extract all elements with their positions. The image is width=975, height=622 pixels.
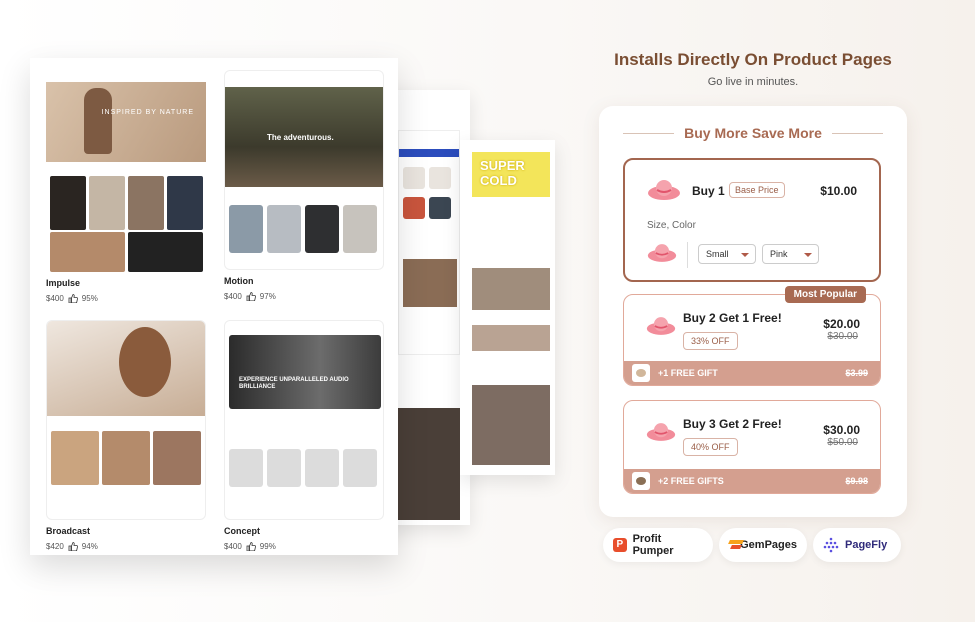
page-title: Installs Directly On Product Pages	[614, 50, 892, 69]
bundle-widget: Buy More Save More Buy 1 Base Price $10.…	[599, 106, 907, 517]
offer-old-price: $50.00	[827, 437, 858, 448]
hat-product-icon	[646, 317, 676, 335]
theme-name: Impulse	[46, 278, 81, 288]
gift-old-price: $9.98	[845, 476, 868, 486]
theme-preview-image	[472, 385, 550, 465]
thumbs-up-icon	[68, 542, 78, 551]
theme-name: Motion	[224, 276, 254, 286]
theme-card-broadcast[interactable]: Broadcast $420 94%	[46, 320, 206, 551]
profit-pumper-logo-icon: P	[613, 538, 627, 552]
widget-header: Buy More Save More	[623, 124, 883, 142]
theme-card-concept[interactable]: EXPERIENCE UNPARALLELED AUDIO BRILLIANCE…	[224, 320, 384, 551]
gempages-logo-icon	[729, 540, 734, 550]
variant-divider	[687, 242, 688, 268]
offer-buy-3[interactable]: Buy 3 Get 2 Free! 40% OFF $30.00 $50.00 …	[623, 400, 881, 494]
color-select-value: Pink	[770, 249, 788, 259]
theme-preview-motion: The adventurous.	[224, 70, 384, 270]
partner-pagefly[interactable]: PageFly	[813, 528, 901, 562]
offer-buy-1[interactable]: Buy 1 Base Price $10.00 Size, Color Smal…	[623, 158, 881, 282]
size-select[interactable]: Small	[698, 244, 756, 264]
gift-icon	[632, 472, 650, 490]
theme-price: $400	[224, 292, 242, 301]
banner-text: SUPER COLD	[480, 158, 525, 188]
discount-badge: 33% OFF	[683, 332, 738, 350]
theme-preview-secondary	[398, 130, 460, 355]
theme-rating: 94%	[81, 542, 98, 551]
gift-label: +2 FREE GIFTS	[658, 476, 724, 486]
theme-name: Broadcast	[46, 526, 91, 536]
base-price-badge: Base Price	[729, 182, 785, 198]
theme-hero-text: EXPERIENCE UNPARALLELED AUDIO BRILLIANCE	[239, 377, 349, 390]
thumbs-up-icon	[246, 292, 256, 301]
offer-price: $10.00	[820, 184, 857, 198]
hat-product-icon	[646, 423, 676, 441]
theme-preview-dark	[398, 408, 460, 520]
free-gift-bar: +2 FREE GIFTS $9.98	[624, 469, 880, 493]
variant-label: Size, Color	[647, 220, 696, 231]
theme-meta: $400 97%	[224, 292, 384, 301]
thumbs-up-icon	[246, 542, 256, 551]
theme-meta: $420 94%	[46, 542, 206, 551]
theme-preview-image	[472, 268, 550, 310]
color-select[interactable]: Pink	[762, 244, 819, 264]
partner-name: PageFly	[845, 539, 888, 551]
partner-gempages[interactable]: GemPages	[719, 528, 807, 562]
gift-label: +1 FREE GIFT	[658, 368, 718, 378]
theme-price: $420	[46, 542, 64, 551]
offer-label: Buy 1	[692, 184, 725, 198]
theme-showcase-sheet: INSPIRED BY NATURE Impulse $400 95% The …	[30, 58, 398, 555]
offer-price: $30.00	[823, 423, 860, 437]
theme-hero-text: INSPIRED BY NATURE	[101, 109, 194, 116]
theme-meta: $400 95%	[46, 294, 206, 303]
offer-label: Buy 2 Get 1 Free!	[683, 311, 782, 325]
theme-card-impulse[interactable]: INSPIRED BY NATURE Impulse $400 95%	[46, 72, 206, 303]
size-select-value: Small	[706, 249, 729, 259]
theme-meta: $400 99%	[224, 542, 384, 551]
hat-product-icon	[647, 244, 677, 262]
thumbs-up-icon	[68, 294, 78, 303]
theme-card-motion[interactable]: The adventurous. Motion $400 97%	[224, 70, 384, 301]
hat-product-icon	[648, 180, 680, 200]
discount-badge: 40% OFF	[683, 438, 738, 456]
partner-name: GemPages	[740, 539, 797, 551]
gift-icon	[632, 364, 650, 382]
theme-preview-concept: EXPERIENCE UNPARALLELED AUDIO BRILLIANCE	[224, 320, 384, 520]
theme-price: $400	[224, 542, 242, 551]
offer-label: Buy 3 Get 2 Free!	[683, 417, 782, 431]
offer-old-price: $30.00	[827, 331, 858, 342]
most-popular-ribbon: Most Popular	[784, 286, 866, 303]
partner-profit-pumper[interactable]: P Profit Pumper	[603, 528, 713, 562]
partner-name: Profit Pumper	[632, 533, 674, 557]
theme-hero-text: The adventurous.	[267, 133, 334, 142]
pagefly-logo-icon	[823, 537, 839, 553]
offer-price: $20.00	[823, 317, 860, 331]
theme-price: $400	[46, 294, 64, 303]
theme-preview-impulse: INSPIRED BY NATURE	[46, 72, 206, 272]
widget-title: Buy More Save More	[684, 125, 822, 141]
gift-old-price: $3.99	[845, 368, 868, 378]
theme-preview-broadcast	[46, 320, 206, 520]
theme-name: Concept	[224, 526, 260, 536]
free-gift-bar: +1 FREE GIFT $3.99	[624, 361, 880, 385]
theme-preview-image	[472, 325, 550, 351]
page-subtitle: Go live in minutes.	[707, 76, 799, 88]
theme-rating: 99%	[259, 542, 276, 551]
theme-rating: 97%	[259, 292, 276, 301]
super-cold-banner: SUPER COLD	[472, 152, 550, 197]
chevron-down-icon	[741, 253, 749, 257]
offer-buy-2[interactable]: Most Popular Buy 2 Get 1 Free! 33% OFF $…	[623, 286, 881, 386]
theme-rating: 95%	[81, 294, 98, 303]
chevron-down-icon	[804, 253, 812, 257]
